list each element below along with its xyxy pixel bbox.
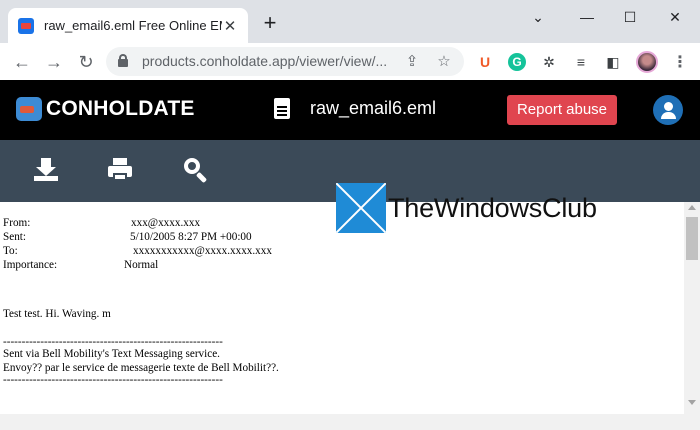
url-text[interactable]: products.conholdate.app/viewer/view/...: [142, 53, 387, 69]
media-control-icon[interactable]: ≡: [572, 53, 590, 71]
separator-line: ----------------------------------------…: [3, 374, 223, 386]
lock-icon[interactable]: [118, 54, 128, 67]
user-account-icon[interactable]: [653, 95, 683, 125]
new-tab-button[interactable]: +: [258, 12, 282, 34]
bookmark-star-icon[interactable]: ☆: [434, 52, 454, 70]
conholdate-logo-icon: [16, 97, 42, 121]
ublock-extension-icon[interactable]: U: [476, 53, 494, 71]
windows-logo-icon: [336, 183, 386, 233]
tab-title: raw_email6.eml Free Online EML: [44, 18, 223, 33]
profile-avatar[interactable]: [636, 51, 658, 73]
header-value: 5/10/2005 8:27 PM +00:00: [130, 231, 252, 243]
signature-line: Sent via Bell Mobility's Text Messaging …: [3, 348, 220, 360]
grammarly-extension-icon[interactable]: G: [508, 53, 526, 71]
file-name: raw_email6.eml: [310, 98, 437, 118]
extensions-puzzle-icon[interactable]: ✲: [540, 53, 558, 71]
watermark-text: TheWindowsClub: [388, 192, 597, 223]
app-header: CONHOLDATE raw_email6.eml Report abuse: [0, 80, 700, 140]
watermark: TheWindowsClub: [336, 183, 597, 233]
horizontal-scrollbar[interactable]: [0, 414, 684, 430]
chevron-down-icon[interactable]: ⌄: [523, 6, 553, 28]
report-abuse-button[interactable]: Report abuse: [507, 95, 617, 125]
header-label: From:: [3, 217, 31, 229]
minimize-button[interactable]: —: [572, 6, 602, 28]
browser-toolbar: ← → ↻ products.conholdate.app/viewer/vie…: [0, 43, 700, 80]
search-icon[interactable]: [183, 157, 209, 184]
browser-tab[interactable]: raw_email6.eml Free Online EML ✕: [8, 8, 248, 43]
logo-text: CONHOLDATE: [46, 97, 195, 120]
header-label: Sent:: [3, 231, 26, 243]
conholdate-logo[interactable]: CONHOLDATE: [16, 97, 195, 121]
conholdate-favicon-icon: [18, 17, 34, 34]
header-value: xxxxxxxxxxx@xxxx.xxxx.xxx: [133, 245, 272, 257]
share-icon[interactable]: ⇪: [402, 52, 422, 70]
header-value: Normal: [124, 259, 159, 271]
browser-menu-icon[interactable]: ⋮: [670, 52, 690, 72]
header-label: To:: [3, 245, 18, 257]
email-body-line: Test test. Hi. Waving. m: [3, 308, 111, 320]
forward-button[interactable]: →: [42, 50, 66, 74]
vertical-scrollbar[interactable]: [684, 202, 700, 430]
header-value: xxx@xxxx.xxx: [131, 217, 201, 229]
scroll-up-arrow-icon[interactable]: [688, 205, 696, 210]
email-document-viewer[interactable]: From: xxx@xxxx.xxx Sent: 5/10/2005 8:27 …: [0, 202, 700, 430]
address-bar[interactable]: products.conholdate.app/viewer/view/... …: [106, 47, 464, 76]
close-window-button[interactable]: ✕: [660, 6, 690, 28]
print-icon[interactable]: [107, 157, 133, 183]
scroll-down-arrow-icon[interactable]: [688, 400, 696, 405]
header-label: Importance:: [3, 259, 58, 271]
reload-button[interactable]: ↻: [74, 50, 98, 74]
side-panel-icon[interactable]: ◧: [604, 53, 622, 71]
close-tab-icon[interactable]: ✕: [222, 17, 238, 35]
download-icon[interactable]: [33, 157, 59, 183]
maximize-button[interactable]: ☐: [615, 6, 645, 28]
document-file-icon: [274, 98, 290, 119]
back-button[interactable]: ←: [10, 50, 34, 74]
browser-tab-strip: raw_email6.eml Free Online EML ✕ + ⌄ — ☐…: [0, 0, 700, 43]
scrollbar-thumb[interactable]: [686, 217, 698, 260]
